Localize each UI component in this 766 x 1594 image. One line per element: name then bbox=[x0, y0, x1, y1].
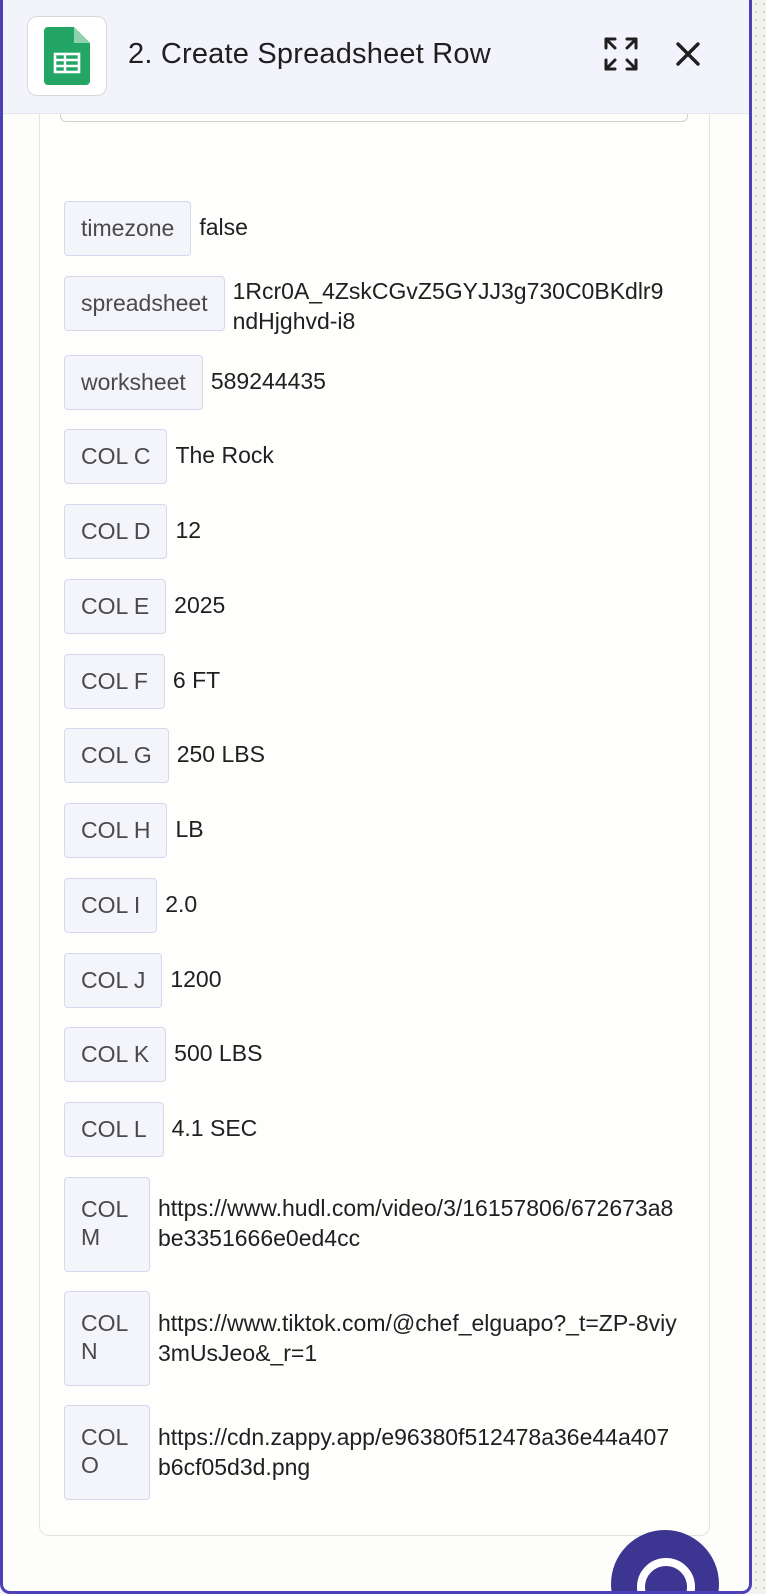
data-row: COL E 2025 bbox=[64, 579, 694, 634]
row-value: 589244435 bbox=[210, 368, 326, 394]
data-row: COL H LB bbox=[64, 803, 694, 858]
row-key: COL J bbox=[64, 953, 163, 1008]
data-row: COL D 12 bbox=[64, 504, 694, 559]
row-value: https://cdn.zappy.app/e96380f512478a36e4… bbox=[158, 1424, 670, 1480]
close-icon bbox=[676, 42, 700, 66]
row-value: false bbox=[199, 214, 248, 240]
row-value: https://www.hudl.com/video/3/16157806/67… bbox=[158, 1195, 674, 1251]
data-row: COL K 500 LBS bbox=[64, 1027, 694, 1082]
row-value: 12 bbox=[175, 517, 202, 543]
row-value: 6 FT bbox=[172, 667, 221, 693]
row-key: COL C bbox=[64, 429, 168, 484]
data-row: COL C The Rock bbox=[64, 429, 694, 484]
row-value: LB bbox=[175, 816, 204, 842]
data-row: COL F 6 FT bbox=[64, 654, 694, 709]
row-key: timezone bbox=[64, 201, 192, 256]
row-key: COL D bbox=[64, 504, 168, 559]
row-key: COL L bbox=[64, 1102, 164, 1157]
row-key: COL F bbox=[64, 654, 165, 709]
row-key: COL G bbox=[64, 728, 169, 783]
row-key: COL N bbox=[64, 1291, 150, 1386]
row-value: 4.1 SEC bbox=[171, 1115, 258, 1141]
close-button[interactable] bbox=[666, 32, 710, 76]
google-sheets-icon bbox=[27, 16, 107, 96]
data-row: COL G 250 LBS bbox=[64, 728, 694, 783]
panel-header: 2. Create Spreadsheet Row bbox=[3, 0, 749, 114]
step-panel: timezone false spreadsheet 1Rcr0A_4ZskCG… bbox=[0, 0, 752, 1594]
data-row: COL J 1200 bbox=[64, 953, 694, 1008]
row-value: 500 LBS bbox=[174, 1040, 263, 1066]
data-row: spreadsheet 1Rcr0A_4ZskCGvZ5GYJJ3g730C0B… bbox=[64, 276, 694, 336]
page-title: 2. Create Spreadsheet Row bbox=[128, 38, 491, 70]
expand-icon bbox=[604, 37, 638, 71]
row-key: worksheet bbox=[64, 355, 203, 410]
expand-button[interactable] bbox=[599, 32, 643, 76]
row-key: COL E bbox=[64, 579, 167, 634]
row-key: COL H bbox=[64, 803, 168, 858]
row-key: COL I bbox=[64, 878, 158, 933]
row-value: 1Rcr0A_4ZskCGvZ5GYJJ3g730C0BKdlr9ndHjghv… bbox=[232, 278, 664, 334]
row-key: COL O bbox=[64, 1405, 150, 1500]
data-row: timezone false bbox=[64, 201, 694, 256]
row-value: 2.0 bbox=[165, 891, 198, 917]
row-value: The Rock bbox=[175, 442, 274, 468]
row-value: 1200 bbox=[170, 966, 222, 992]
data-row: COL O https://cdn.zappy.app/e96380f51247… bbox=[64, 1405, 694, 1500]
data-row: worksheet 589244435 bbox=[64, 355, 694, 410]
scrollbar-track[interactable] bbox=[752, 0, 766, 1594]
data-row: COL M https://www.hudl.com/video/3/16157… bbox=[64, 1177, 694, 1272]
row-value: 250 LBS bbox=[176, 741, 265, 767]
row-value: 2025 bbox=[174, 592, 226, 618]
row-value: https://www.tiktok.com/@chef_elguapo?_t=… bbox=[158, 1310, 677, 1366]
row-key: COL M bbox=[64, 1177, 150, 1272]
data-row: COL I 2.0 bbox=[64, 878, 694, 933]
data-row: COL L 4.1 SEC bbox=[64, 1102, 694, 1157]
data-row: COL N https://www.tiktok.com/@chef_elgua… bbox=[64, 1291, 694, 1386]
row-key: spreadsheet bbox=[64, 276, 225, 331]
row-key: COL K bbox=[64, 1027, 167, 1082]
